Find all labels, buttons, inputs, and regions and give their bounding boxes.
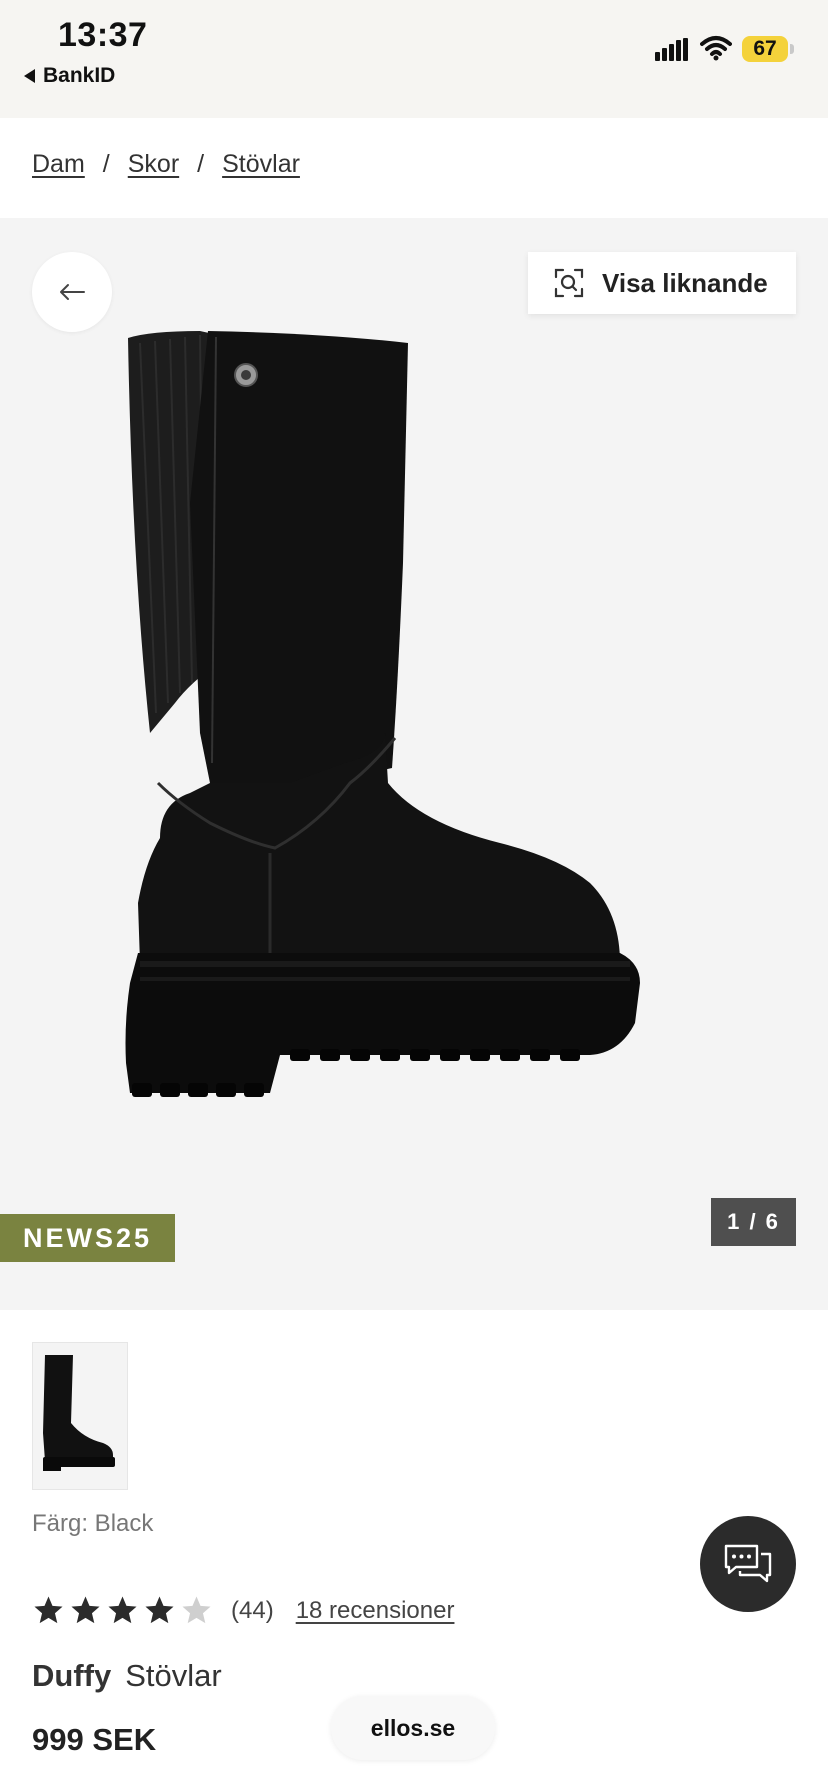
breadcrumb: Dam / Skor / Stövlar [32,150,300,179]
product-title: Duffy Stövlar [32,1658,222,1694]
wifi-icon [700,36,732,61]
product-color: Färg: Black [32,1510,154,1537]
back-button[interactable] [32,252,112,332]
breadcrumb-dam[interactable]: Dam [32,150,85,179]
back-arrow-icon [60,284,85,300]
reviews-link[interactable]: 18 recensioner [296,1597,455,1625]
status-time: 13:37 [58,16,148,54]
battery-indicator: 67 [742,36,788,62]
breadcrumb-separator: / [102,150,110,178]
star-filled-icon [145,1596,174,1624]
breadcrumb-separator: / [197,150,205,178]
site-address-pill[interactable]: ellos.se [331,1696,495,1760]
chat-icon [724,1544,772,1583]
promo-badge: NEWS25 [0,1214,175,1262]
back-triangle-icon [24,69,35,83]
thumbnail-boot-image [43,1355,115,1471]
star-filled-icon [34,1596,63,1624]
image-counter: 1 / 6 [711,1198,796,1246]
star-filled-icon [108,1596,137,1624]
back-app-label: BankID [43,64,116,87]
product-rating: (44) 18 recensioner [32,1594,454,1627]
product-price: 999 SEK [32,1722,157,1757]
signal-icon [655,38,688,61]
star-empty-icon [182,1596,211,1624]
chat-button[interactable] [700,1516,796,1612]
status-bar: 13:37 BankID 67 [0,0,828,118]
product-image-gallery[interactable]: Visa liknande NEWS25 1 / 6 [0,218,828,1310]
product-name: Stövlar [125,1658,222,1693]
star-filled-icon [71,1596,100,1624]
rating-count: (44) [231,1596,274,1624]
rating-stars [32,1594,213,1627]
breadcrumb-stovlar[interactable]: Stövlar [222,150,300,179]
product-brand: Duffy [32,1658,112,1693]
back-to-app-link[interactable]: BankID [24,64,115,88]
battery-cap [790,44,794,54]
breadcrumb-skor[interactable]: Skor [128,150,179,179]
product-image-boot [125,331,640,1097]
product-thumbnail[interactable] [32,1342,128,1490]
